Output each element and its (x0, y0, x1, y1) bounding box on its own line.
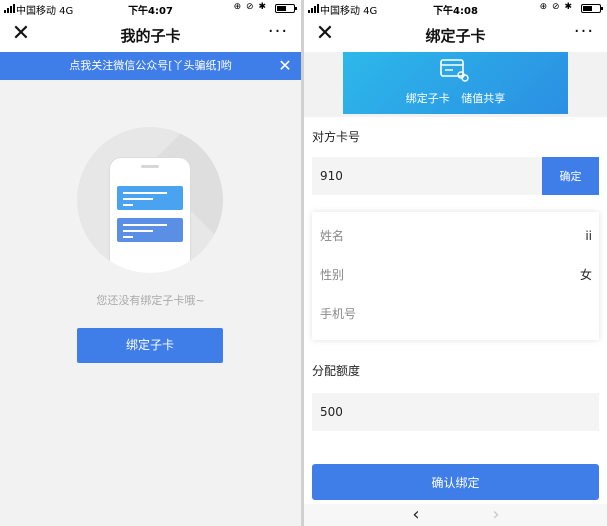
page-title: 绑定子卡 (425, 27, 486, 45)
follow-notice-banner[interactable]: 点我关注微信公众号[丫头骗纸]哟 ✕ (0, 52, 301, 80)
quota-label: 分配额度 (312, 364, 361, 378)
promo-banner: 绑定子卡 储值共享 (304, 52, 607, 117)
phone-icon (109, 157, 191, 273)
status-bar: 中国移动 4G 下午4:07 ⊕ ⊘ ✱ (0, 0, 301, 17)
page-title: 我的子卡 (120, 27, 181, 45)
phone-speaker (141, 165, 159, 168)
quota-row (312, 393, 599, 431)
more-icon[interactable]: ··· (265, 21, 291, 47)
info-key: 手机号 (320, 307, 357, 321)
notice-text: 点我关注微信公众号[丫头骗纸]哟 (69, 59, 232, 72)
info-value: 女 (579, 268, 592, 282)
promo-banner-image: 绑定子卡 储值共享 (343, 52, 568, 114)
bind-subcard-button[interactable]: 绑定子卡 (77, 328, 223, 363)
forward-icon[interactable]: › (484, 504, 508, 526)
quota-input[interactable] (312, 393, 592, 431)
confirm-card-button[interactable]: 确定 (542, 157, 599, 195)
nav-bar: ✕ 绑定子卡 ··· (304, 17, 607, 52)
card-icon (117, 186, 183, 210)
battery-icon (275, 4, 297, 13)
status-icons: ⊕ ⊘ ✱ (233, 2, 267, 12)
info-value: ii (585, 229, 592, 243)
more-icon[interactable]: ··· (571, 21, 597, 47)
card-number-input[interactable] (312, 157, 542, 195)
battery-icon (581, 4, 603, 13)
my-subcards-screen: 中国移动 4G 下午4:07 ⊕ ⊘ ✱ ✕ 我的子卡 ··· 点我关注微信公众… (0, 0, 301, 526)
info-key: 性别 (320, 268, 345, 282)
card-link-icon (440, 59, 469, 82)
browser-bottom-nav: ‹ › (304, 504, 607, 526)
empty-state-text: 您还没有绑定子卡哦~ (96, 294, 205, 307)
info-row-name: 姓名 ii (312, 217, 599, 255)
empty-state-illustration (77, 127, 223, 273)
notice-close-icon[interactable]: ✕ (275, 52, 295, 80)
info-row-gender: 性别 女 (312, 256, 599, 294)
info-key: 姓名 (320, 229, 345, 243)
back-icon[interactable]: ‹ (404, 504, 428, 526)
info-row-phone: 手机号 (312, 295, 599, 333)
status-icons: ⊕ ⊘ ✱ (539, 2, 573, 12)
card-icon (117, 218, 183, 242)
cardholder-info-card: 姓名 ii 性别 女 手机号 (312, 212, 599, 340)
status-bar: 中国移动 4G 下午4:08 ⊕ ⊘ ✱ (304, 0, 607, 17)
bind-subcard-screen: 中国移动 4G 下午4:08 ⊕ ⊘ ✱ ✕ 绑定子卡 ··· 绑定子卡 储值共… (304, 0, 607, 526)
nav-bar: ✕ 我的子卡 ··· (0, 17, 301, 52)
banner-text: 绑定子卡 储值共享 (405, 92, 506, 105)
card-number-label: 对方卡号 (312, 130, 361, 144)
card-number-row: 确定 (312, 157, 599, 195)
confirm-bind-button[interactable]: 确认绑定 (312, 464, 599, 500)
